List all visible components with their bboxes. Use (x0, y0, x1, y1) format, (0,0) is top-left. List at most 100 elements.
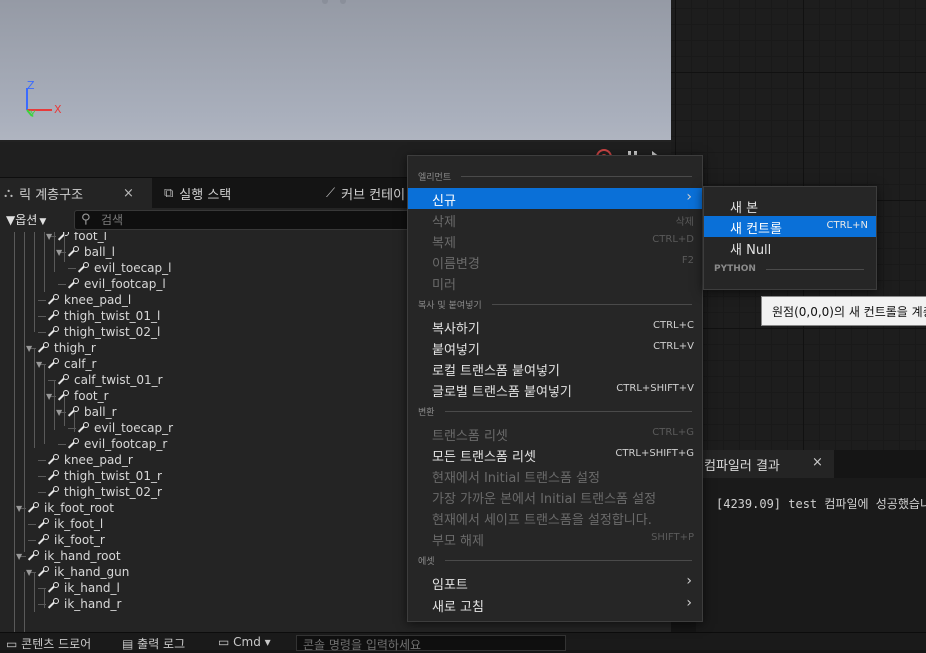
menu-item[interactable]: 가장 가까운 본에서 Initial 트랜스폼 설정 (408, 486, 702, 507)
tab-label: 커브 컨테이 (341, 187, 406, 203)
tree-row[interactable]: thigh_twist_02_l (46, 324, 160, 340)
submenu-item-shortcut: CTRL+N (826, 220, 868, 231)
chevron-right-icon: › (686, 573, 692, 589)
menu-item[interactable]: 삭제 삭제 (408, 209, 702, 230)
menu-item[interactable]: 미러 (408, 272, 702, 293)
tree-row[interactable]: ik_foot_l (36, 516, 103, 532)
tree-row[interactable]: ▼ ik_hand_gun (26, 564, 129, 580)
expand-arrow-icon[interactable]: ▼ (56, 408, 64, 417)
menu-item-shortcut: SHIFT+P (651, 532, 694, 543)
tree-row-label: ik_hand_l (64, 581, 120, 595)
menu-item[interactable]: 트랜스폼 리셋 CTRL+G (408, 423, 702, 444)
tree-row[interactable]: evil_footcap_l (66, 276, 166, 292)
tree-row[interactable]: ▼ foot_l (46, 232, 107, 244)
tree-guide (64, 232, 65, 262)
tree-row[interactable]: ▼ foot_r (46, 388, 109, 404)
options-button[interactable]: ▼옵션 ▼ (6, 211, 46, 228)
expand-arrow-icon[interactable]: ▼ (56, 248, 64, 257)
tree-row[interactable]: ▼ ik_foot_root (16, 500, 114, 516)
tree-row-label: calf_twist_01_r (74, 373, 163, 387)
close-icon[interactable]: × (812, 455, 823, 470)
menu-item[interactable]: 복사하기 CTRL+C (408, 316, 702, 337)
menu-item[interactable]: 로컬 트랜스폼 붙여넣기 (408, 358, 702, 379)
tree-row[interactable]: ▼ calf_r (36, 356, 96, 372)
submenu-item-label: 새 컨트롤 (730, 222, 782, 237)
tree-row[interactable]: ▼ ball_r (56, 404, 117, 420)
menu-separator (491, 304, 692, 305)
tree-row-label: foot_l (74, 232, 107, 243)
expand-arrow-icon[interactable]: ▼ (26, 344, 34, 353)
tree-row[interactable]: calf_twist_01_r (56, 372, 163, 388)
menu-item[interactable]: 복제 CTRL+D (408, 230, 702, 251)
tree-connector (58, 284, 66, 285)
menu-item[interactable]: 글로벌 트랜스폼 붙여넣기 CTRL+SHIFT+V (408, 379, 702, 400)
viewport[interactable]: Z X Y (0, 0, 671, 142)
console-input[interactable]: 콘솔 명령을 입력하세요 (296, 635, 566, 652)
tree-row[interactable]: thigh_twist_02_r (46, 484, 162, 500)
menu-item-label: 글로벌 트랜스폼 붙여넣기 (432, 385, 572, 400)
expand-arrow-icon[interactable]: ▼ (26, 568, 34, 577)
search-input[interactable] (101, 212, 401, 228)
bone-icon (46, 486, 59, 498)
menu-item[interactable]: 임포트 › (408, 572, 702, 593)
expand-arrow-icon[interactable]: ▼ (46, 232, 54, 241)
menu-item-label: 로컬 트랜스폼 붙여넣기 (432, 364, 560, 379)
submenu-item[interactable]: 새 컨트롤 CTRL+N (704, 216, 876, 237)
tree-row[interactable]: knee_pad_l (46, 292, 131, 308)
output-log-button[interactable]: ▤ 출력 로그 (122, 635, 185, 652)
tree-row[interactable]: thigh_twist_01_r (46, 468, 162, 484)
submenu-section-label: PYTHON (714, 264, 756, 274)
tree-row[interactable]: knee_pad_r (46, 452, 133, 468)
content-drawer-button[interactable]: ▭ 콘텐츠 드로어 (6, 635, 91, 652)
tree-row[interactable]: ik_hand_l (46, 580, 120, 596)
menu-separator (444, 411, 692, 412)
menu-item[interactable]: 모든 트랜스폼 리셋 CTRL+SHIFT+G (408, 444, 702, 465)
tree-row[interactable]: thigh_twist_01_l (46, 308, 160, 324)
tree-guide (34, 348, 35, 448)
menu-section-label: 엘리먼트 (418, 173, 452, 183)
tree-row[interactable]: evil_toecap_l (76, 260, 171, 276)
tree-row-label: ik_hand_gun (54, 565, 130, 579)
cmd-button[interactable]: ▭ Cmd ▾ (218, 635, 271, 649)
menu-item[interactable]: 이름변경 F2 (408, 251, 702, 272)
submenu-item[interactable]: 새 본 (704, 195, 876, 216)
tree-row-label: calf_r (64, 357, 97, 371)
tree-row[interactable]: ik_hand_r (46, 596, 121, 612)
drawer-icon: ▭ (6, 637, 22, 651)
expand-arrow-icon[interactable]: ▼ (36, 360, 44, 369)
tab-rig-hierarchy[interactable]: ⛬ 릭 계층구조 × (0, 178, 152, 208)
tree-row-label: thigh_twist_02_r (64, 485, 162, 499)
tree-row-label: thigh_twist_01_l (64, 309, 161, 323)
tree-guide (74, 412, 75, 432)
menu-item-label: 복제 (432, 236, 456, 251)
menu-item[interactable]: 현재에서 세이프 트랜스폼을 설정합니다. (408, 507, 702, 528)
close-icon[interactable]: × (123, 186, 134, 201)
menu-item[interactable]: 부모 해제 SHIFT+P (408, 528, 702, 549)
bone-icon (56, 390, 69, 402)
tree-row[interactable]: ▼ thigh_r (26, 340, 96, 356)
tree-row[interactable]: ▼ ik_hand_root (16, 548, 121, 564)
expand-arrow-icon[interactable]: ▼ (16, 552, 24, 561)
menu-section-header: 에셋 (418, 554, 692, 567)
tab-execution-stack[interactable]: ⧉ 실행 스택 (164, 178, 274, 208)
menu-item-shortcut: CTRL+SHIFT+V (616, 383, 694, 394)
cmd-label: Cmd (233, 635, 261, 649)
menu-item[interactable]: 신규 › (408, 188, 702, 209)
menu-item[interactable]: 현재에서 Initial 트랜스폼 설정 (408, 465, 702, 486)
tree-row[interactable]: evil_footcap_r (66, 436, 167, 452)
submenu-item[interactable]: 새 Null (704, 237, 876, 258)
search-box[interactable]: ⚲ (74, 210, 414, 230)
expand-arrow-icon[interactable]: ▼ (16, 504, 24, 513)
expand-arrow-icon[interactable]: ▼ (46, 392, 54, 401)
menu-item-label: 가장 가까운 본에서 Initial 트랜스폼 설정 (432, 492, 657, 507)
chevron-down-icon: ▼ (39, 217, 47, 227)
menu-item[interactable]: 붙여넣기 CTRL+V (408, 337, 702, 358)
tree-guide (24, 232, 25, 552)
tab-compiler-results[interactable]: 컴파일러 결과 × (696, 450, 834, 478)
filter-icon: ▼ (6, 213, 16, 227)
tree-row[interactable]: ik_foot_r (36, 532, 105, 548)
menu-item[interactable]: 새로 고침 › (408, 594, 702, 615)
tree-row[interactable]: evil_toecap_r (76, 420, 173, 436)
tab-curve-container[interactable]: ⟋ 커브 컨테이 (326, 178, 416, 208)
new-submenu: 새 본새 컨트롤 CTRL+N 새 Null PYTHON (703, 186, 877, 290)
